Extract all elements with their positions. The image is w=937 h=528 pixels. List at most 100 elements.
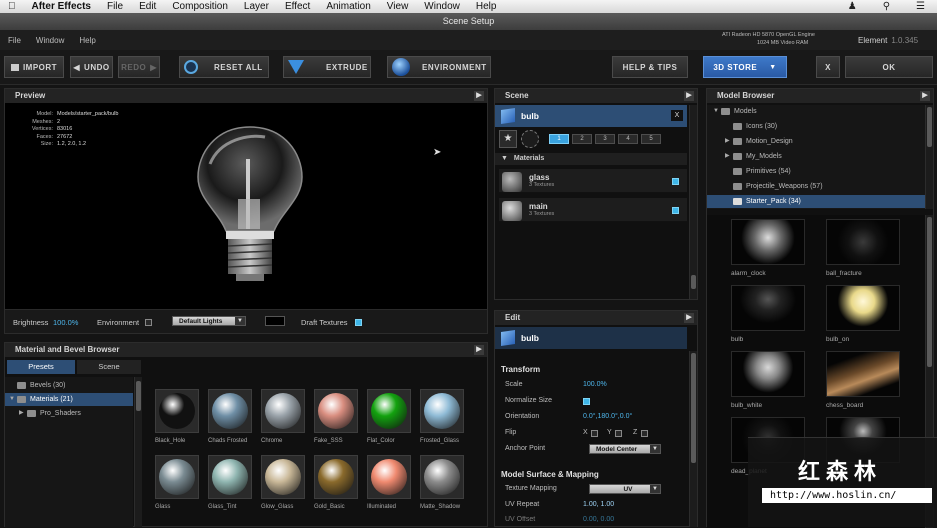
tab-scene[interactable]: Scene — [77, 360, 141, 374]
menu-window[interactable]: Window — [416, 0, 468, 13]
material-visible-checkbox[interactable] — [672, 178, 679, 185]
menu-effect[interactable]: Effect — [277, 0, 318, 13]
model-thumbnail-item[interactable]: bulb — [731, 285, 805, 343]
material-preset-item[interactable]: Matte_Shadow — [420, 455, 468, 510]
environment-button[interactable]: ENVIRONMENT — [387, 56, 491, 78]
environment-checkbox[interactable] — [145, 319, 152, 326]
edit-expand-icon[interactable]: ▶ — [684, 313, 694, 323]
undo-button[interactable]: ◀ UNDO — [70, 56, 113, 78]
model-tree-scrollbar[interactable] — [925, 105, 933, 209]
menu-view[interactable]: View — [379, 0, 417, 13]
tree-item-motion-design[interactable]: ▶ Motion_Design — [725, 135, 793, 148]
extrude-button[interactable]: EXTRUDE — [283, 56, 371, 78]
flip-y-checkbox[interactable] — [615, 430, 622, 437]
menu-composition[interactable]: Composition — [164, 0, 236, 13]
redo-button[interactable]: REDO ▶ — [118, 56, 160, 78]
menu-animation[interactable]: Animation — [318, 0, 378, 13]
apple-icon[interactable]:  — [0, 0, 24, 13]
scene-scrollbar[interactable] — [689, 105, 697, 299]
scene-expand-icon[interactable]: ▶ — [684, 91, 694, 101]
material-tree-scrollbar[interactable] — [134, 377, 142, 527]
model-thumbnail-item[interactable]: chess_board — [826, 351, 900, 409]
material-preset-item[interactable]: Glass_Tint — [208, 455, 256, 510]
group-tab-2[interactable]: 2 — [572, 134, 592, 144]
flip-x-checkbox[interactable] — [591, 430, 598, 437]
menu-file[interactable]: File — [99, 0, 131, 13]
menu-help[interactable]: Help — [468, 0, 505, 13]
tree-item-my-models[interactable]: ▶ My_Models — [725, 150, 782, 163]
particle-tool-icon[interactable] — [521, 130, 539, 148]
scene-object-delete-button[interactable]: X — [671, 110, 683, 121]
group-tab-1[interactable]: 1 — [549, 134, 569, 144]
material-preset-item[interactable]: Glow_Glass — [261, 455, 309, 510]
texture-mapping-dropdown[interactable]: UV ▼ — [589, 484, 661, 494]
tree-item-materials[interactable]: ▼ Materials (21) — [5, 393, 133, 406]
group-tab-3[interactable]: 3 — [595, 134, 615, 144]
material-preset-item[interactable]: Chads Frosted — [208, 389, 256, 444]
background-color-swatch[interactable] — [265, 316, 285, 326]
draft-textures-checkbox[interactable] — [355, 319, 362, 326]
menu-layer[interactable]: Layer — [236, 0, 277, 13]
group-tab-5[interactable]: 5 — [641, 134, 661, 144]
tree-item-projectile-weapons[interactable]: Projectile_Weapons (57) — [725, 180, 823, 193]
material-browser-expand-icon[interactable]: ▶ — [474, 345, 484, 355]
material-preset-item[interactable]: Frosted_Glass — [420, 389, 468, 444]
plugin-menu-window[interactable]: Window — [28, 36, 71, 45]
model-thumbnail-item[interactable]: ball_fracture — [826, 219, 900, 277]
model-thumbnail-item[interactable]: bulb_white — [731, 351, 805, 409]
material-visible-checkbox[interactable] — [672, 207, 679, 214]
menu-edit[interactable]: Edit — [131, 0, 164, 13]
scene-object-row[interactable]: bulb X — [495, 105, 687, 127]
model-thumbnail-item[interactable]: alarm_clock — [731, 219, 805, 277]
tree-item-primitives[interactable]: Primitives (54) — [725, 165, 791, 178]
material-preset-item[interactable]: Black_Hole — [155, 389, 203, 444]
reset-all-button[interactable]: RESET ALL — [179, 56, 269, 78]
close-x-button[interactable]: X — [816, 56, 840, 78]
material-preset-item[interactable]: Glass — [155, 455, 203, 510]
edit-scrollbar[interactable] — [689, 351, 697, 527]
model-thumbnail-item[interactable]: bulb_on — [826, 285, 900, 343]
material-preset-item[interactable]: Gold_Basic — [314, 455, 362, 510]
scale-value[interactable]: 100.0% — [583, 381, 607, 388]
uv-repeat-value[interactable]: 1.00, 1.00 — [583, 501, 614, 508]
brightness-value[interactable]: 100.0% — [53, 318, 78, 327]
3d-store-button[interactable]: 3D STORE ▼ — [703, 56, 787, 78]
spotlight-search-icon[interactable]: ⚲ — [875, 0, 898, 13]
flip-z-checkbox[interactable] — [641, 430, 648, 437]
tree-item-bevels[interactable]: Bevels (30) — [9, 379, 65, 392]
user-icon[interactable]: ♟ — [840, 0, 865, 13]
material-preset-item[interactable]: Flat_Color — [367, 389, 415, 444]
group-tab-4[interactable]: 4 — [618, 134, 638, 144]
material-preset-item[interactable]: Illuminated — [367, 455, 415, 510]
material-texture-count: 3 Textures — [529, 182, 555, 188]
tab-presets[interactable]: Presets — [7, 360, 75, 374]
model-browser-expand-icon[interactable]: ▶ — [920, 91, 930, 101]
scene-material-row[interactable]: main 3 Textures — [499, 198, 687, 222]
anchor-point-dropdown[interactable]: Model Center ▼ — [589, 444, 661, 454]
tree-item-models[interactable]: ▼ Models — [713, 105, 757, 118]
plugin-menu-file[interactable]: File — [0, 36, 28, 45]
scene-material-row[interactable]: glass 3 Textures — [499, 169, 687, 193]
preview-expand-icon[interactable]: ▶ — [474, 91, 484, 101]
uv-offset-value[interactable]: 0.00, 0.00 — [583, 516, 614, 523]
group-tool-icon[interactable]: ★ — [499, 130, 517, 148]
tree-item-pro-shaders[interactable]: ▶ Pro_Shaders — [19, 407, 81, 420]
gpu-ram: 1024 MB Video RAM — [757, 40, 809, 46]
material-preset-item[interactable]: Chrome — [261, 389, 309, 444]
plugin-menu-help[interactable]: Help — [71, 36, 102, 45]
orientation-value[interactable]: 0.0°,180.0°,0.0° — [583, 413, 632, 420]
materials-header[interactable]: ▼ Materials — [495, 153, 687, 165]
lights-dropdown[interactable]: Default Lights ▼ — [172, 316, 246, 326]
help-tips-button[interactable]: HELP & TIPS — [612, 56, 688, 78]
redo-arrow-icon: ▶ — [150, 62, 157, 72]
bulb-3d-viewport[interactable] — [190, 119, 310, 289]
material-preset-thumbnail — [208, 455, 252, 499]
normalize-checkbox[interactable] — [583, 398, 590, 405]
import-button[interactable]: IMPORT — [4, 56, 64, 78]
menu-app-name[interactable]: After Effects — [24, 0, 99, 13]
material-preset-item[interactable]: Fake_SSS — [314, 389, 362, 444]
ok-button[interactable]: OK — [845, 56, 933, 78]
tree-item-starter-pack[interactable]: Starter_Pack (34) — [707, 195, 925, 208]
list-icon[interactable]: ☰ — [908, 0, 933, 13]
tree-item-icons[interactable]: Icons (30) — [725, 120, 777, 133]
